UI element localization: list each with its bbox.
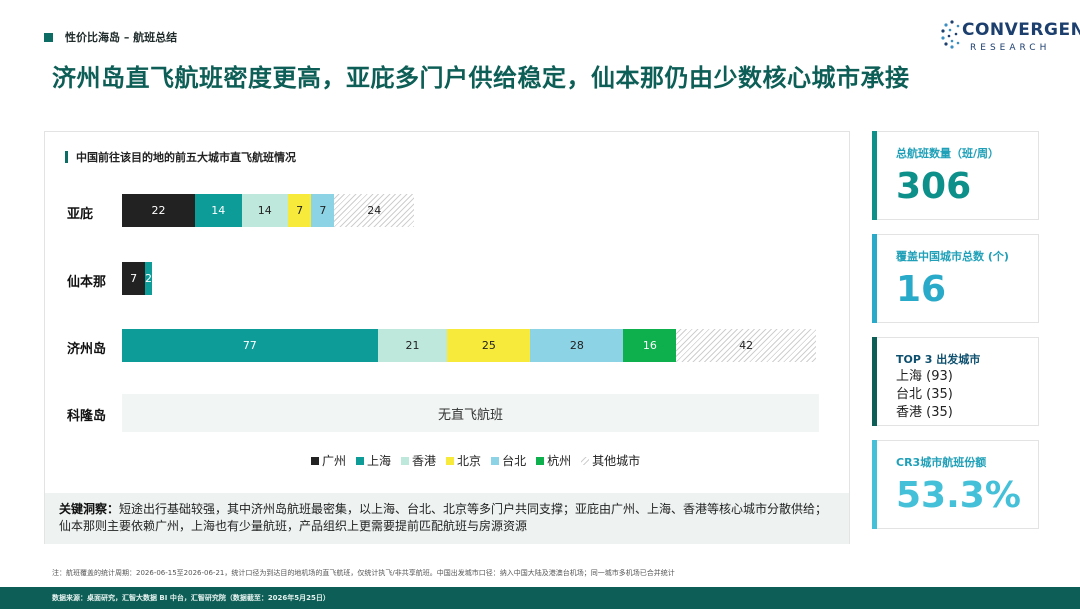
bar-value-label: 7 xyxy=(296,204,304,217)
no-flight-bar: 无直飞航班 xyxy=(122,394,819,432)
bar-value-label: 22 xyxy=(151,204,166,217)
kpi-city-count: 覆盖中国城市总数 (个) 16 xyxy=(872,234,1039,323)
footnote: 注：航班覆盖的统计周期：2026-06-15至2026-06-21，统计口径为到… xyxy=(52,569,675,577)
legend-label: 香港 xyxy=(412,454,437,468)
kpi-total-flights: 总航班数量（班/周） 306 xyxy=(872,131,1039,220)
logo-brand: CONVERGENT xyxy=(962,20,1080,40)
legend-item: 香港 xyxy=(401,452,436,469)
chart-title-marker xyxy=(65,151,68,163)
insight-box: 关键洞察：短途出行基础较强，其中济州岛航班最密集，以上海、台北、北京等多门户共同… xyxy=(45,493,849,544)
legend-label: 杭州 xyxy=(547,454,572,468)
kpi-accent xyxy=(872,337,877,426)
legend-swatch xyxy=(491,456,500,465)
kpi-value: 16 xyxy=(896,269,947,310)
bar-value-label: 2 xyxy=(145,272,153,285)
insight-label: 关键洞察： xyxy=(59,502,120,516)
bar-segment: 14 xyxy=(241,194,288,227)
bar-segment: 7 xyxy=(311,194,335,227)
kpi-city-item: 上海 (93) xyxy=(896,369,953,384)
bar-value-label: 14 xyxy=(257,204,272,217)
kpi-accent xyxy=(872,131,877,220)
kpi-city-item: 台北 (35) xyxy=(896,387,953,402)
logo-sub: RESEARCH xyxy=(970,43,1051,53)
bar-segment: 16 xyxy=(623,329,677,362)
data-source: 数据来源：桌面研究，汇智大数据 BI 中台，汇智研究院（数据截至：2026年5月… xyxy=(52,594,330,602)
section-marker xyxy=(44,32,53,42)
kpi-cr3-share: CR3城市航班份额 53.3% xyxy=(872,440,1039,529)
kpi-city-item: 香港 (35) xyxy=(896,405,953,420)
chart-title: 中国前往该目的地的前五大城市直飞航班情况 xyxy=(65,149,296,165)
bar-value-label: 7 xyxy=(130,272,138,285)
kpi-label: CR3城市航班份额 xyxy=(896,456,987,469)
bar-value-label: 25 xyxy=(481,339,496,352)
row-label: 亚庇 xyxy=(67,207,94,222)
bar-value-label: 14 xyxy=(211,204,226,217)
chart-panel: 中国前往该目的地的前五大城市直飞航班情况 亚庇 22 14 14 7 7 24 仙本那 7 2 济州… xyxy=(44,131,850,544)
bar-value-label: 77 xyxy=(242,339,257,352)
legend-swatch xyxy=(401,456,410,465)
bar-segment: 24 xyxy=(334,194,415,227)
legend-item: 北京 xyxy=(446,452,481,469)
section-tag: 性价比海岛 – 航班总结 xyxy=(44,29,177,45)
row-label: 科隆岛 xyxy=(67,409,107,424)
page-title: 济州岛直飞航班密度更高，亚庇多门户供给稳定，仙本那仍由少数核心城市承接 xyxy=(52,64,910,92)
kpi-label: 覆盖中国城市总数 (个) xyxy=(896,250,1009,263)
bar-segment: 7 xyxy=(288,194,312,227)
bar-segment: 25 xyxy=(447,329,531,362)
legend-item: 其他城市 xyxy=(581,452,640,469)
legend-label: 上海 xyxy=(367,454,392,468)
bar-segment: 14 xyxy=(195,194,242,227)
bar-segment: 42 xyxy=(676,329,816,362)
company-logo: CONVERGENT RESEARCH xyxy=(940,16,1080,56)
kpi-accent xyxy=(872,234,877,323)
legend-label: 其他城市 xyxy=(592,454,641,468)
kpi-label: 总航班数量（班/周） xyxy=(896,147,1000,160)
bar-value-label: 7 xyxy=(319,204,327,217)
legend-item: 台北 xyxy=(491,452,526,469)
kpi-value: 53.3% xyxy=(896,475,1021,516)
insight-text: 短途出行基础较强，其中济州岛航班最密集，以上海、台北、北京等多门户共同支撑；亚庇… xyxy=(59,502,828,533)
bar-segment: 28 xyxy=(530,329,624,362)
bar-segment: 21 xyxy=(377,329,448,362)
chart-title-text: 中国前往该目的地的前五大城市直飞航班情况 xyxy=(76,151,296,164)
bar-value-label: 42 xyxy=(739,339,754,352)
legend-swatch xyxy=(581,456,590,465)
bar-segment: 2 xyxy=(145,262,152,295)
bar-value-label: 28 xyxy=(569,339,584,352)
bar-segment: 7 xyxy=(122,262,146,295)
bar-value-label: 24 xyxy=(367,204,382,217)
section-label: 性价比海岛 – 航班总结 xyxy=(65,31,178,44)
legend-item: 上海 xyxy=(356,452,391,469)
row-label: 仙本那 xyxy=(67,275,107,290)
legend-swatch xyxy=(311,456,319,465)
legend-swatch xyxy=(356,456,365,465)
logo-dots-icon xyxy=(941,20,960,49)
bar-segment: 77 xyxy=(122,329,378,362)
legend-label: 台北 xyxy=(502,454,527,468)
row-label: 济州岛 xyxy=(67,342,107,357)
bar-segment: 22 xyxy=(122,194,196,227)
footer-bar: 数据来源：桌面研究，汇智大数据 BI 中台，汇智研究院（数据截至：2026年5月… xyxy=(0,587,1080,609)
bar-value-label: 21 xyxy=(405,339,420,352)
kpi-top3-cities: TOP 3 出发城市 上海 (93) 台北 (35) 香港 (35) xyxy=(872,337,1039,426)
chart-legend: 广州 上海 香港 北京 台北 杭州 其他城市 xyxy=(311,452,640,469)
legend-label: 广州 xyxy=(322,454,347,468)
kpi-value: 306 xyxy=(896,166,972,207)
kpi-city-list: 上海 (93) 台北 (35) 香港 (35) xyxy=(896,368,953,422)
legend-item: 杭州 xyxy=(536,452,571,469)
legend-swatch xyxy=(536,456,545,465)
kpi-label: TOP 3 出发城市 xyxy=(896,353,981,366)
legend-label: 北京 xyxy=(457,454,482,468)
legend-item: 广州 xyxy=(311,452,346,469)
legend-swatch xyxy=(446,456,455,465)
bar-value-label: 16 xyxy=(642,339,657,352)
kpi-accent xyxy=(872,440,877,529)
